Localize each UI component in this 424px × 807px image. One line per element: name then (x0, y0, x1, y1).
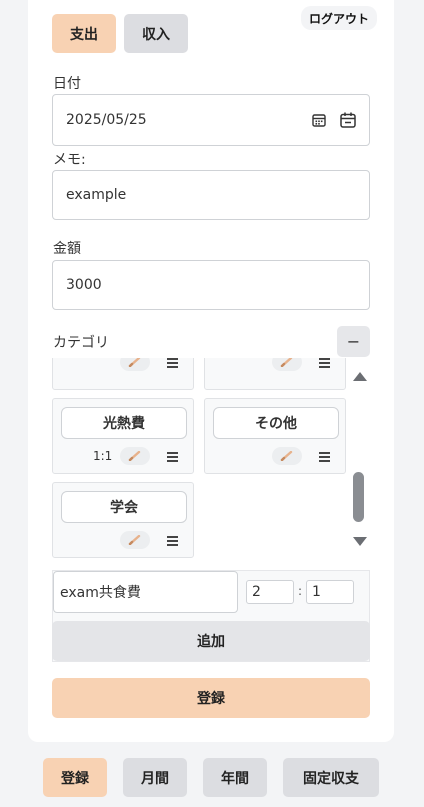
collapse-button[interactable]: − (337, 326, 370, 357)
category-chip[interactable]: その他 (213, 407, 339, 439)
category-card: 学会 (52, 482, 194, 558)
income-tab[interactable]: 収入 (124, 14, 188, 53)
date-value: 2025/05/25 (66, 112, 147, 128)
nav-register[interactable]: 登録 (43, 758, 107, 797)
category-card (52, 358, 194, 390)
category-ratio: 1:1 (93, 449, 113, 463)
category-chip[interactable]: 学会 (61, 491, 187, 523)
ratio-right-input[interactable]: 1 (306, 580, 354, 604)
memo-field[interactable]: example (52, 170, 370, 220)
category-card: その他 (204, 398, 346, 474)
new-category-input[interactable]: exam共食費 (53, 571, 238, 613)
category-label: カテゴリ (53, 335, 109, 351)
drag-handle-icon[interactable] (319, 358, 330, 368)
logout-button[interactable]: ログアウト (301, 6, 377, 30)
scroll-down-arrow-icon[interactable] (353, 537, 367, 546)
scrollbar-thumb[interactable] (353, 472, 364, 522)
category-chip[interactable]: 光熱費 (61, 407, 187, 439)
drag-handle-icon[interactable] (319, 452, 330, 462)
ratio-separator: : (298, 584, 303, 598)
category-card: 光熱費 1:1 (52, 398, 194, 474)
new-category-value: exam共食費 (60, 585, 141, 601)
nav-yearly[interactable]: 年間 (203, 758, 267, 797)
calendar-picker-icon[interactable] (339, 111, 357, 129)
drag-handle-icon[interactable] (167, 358, 178, 368)
edit-pencil-icon[interactable] (120, 358, 150, 371)
edit-pencil-icon[interactable] (120, 531, 150, 549)
category-card (204, 358, 346, 390)
expense-tab[interactable]: 支出 (52, 14, 116, 53)
memo-label: メモ: (53, 152, 86, 168)
amount-value: 3000 (66, 277, 102, 293)
submit-button[interactable]: 登録 (52, 678, 370, 718)
add-category-button[interactable]: 追加 (52, 621, 370, 661)
drag-handle-icon[interactable] (167, 536, 178, 546)
calendar-icon[interactable] (312, 113, 326, 127)
date-label: 日付 (53, 76, 81, 92)
ratio-left-value: 2 (252, 584, 261, 600)
amount-label: 金額 (53, 241, 81, 257)
amount-field[interactable]: 3000 (52, 260, 370, 310)
date-field[interactable]: 2025/05/25 (52, 94, 370, 146)
scroll-up-arrow-icon[interactable] (353, 372, 367, 381)
ratio-left-input[interactable]: 2 (246, 580, 294, 604)
edit-pencil-icon[interactable] (272, 447, 302, 465)
edit-pencil-icon[interactable] (272, 358, 302, 371)
nav-fixed[interactable]: 固定収支 (283, 758, 379, 797)
ratio-right-value: 1 (312, 584, 321, 600)
nav-monthly[interactable]: 月間 (123, 758, 187, 797)
memo-value: example (66, 187, 127, 203)
drag-handle-icon[interactable] (167, 452, 178, 462)
category-list[interactable]: 光熱費 1:1 その他 学会 (52, 358, 370, 560)
edit-pencil-icon[interactable] (120, 447, 150, 465)
